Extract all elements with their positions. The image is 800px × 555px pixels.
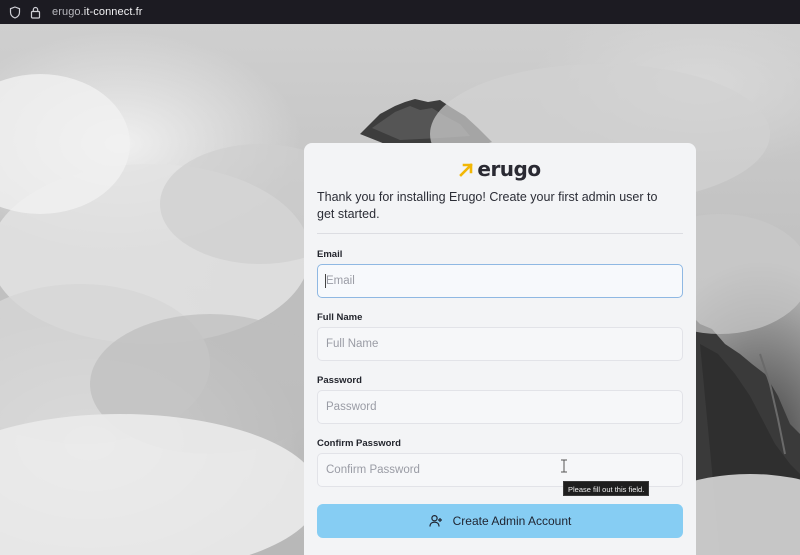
- arrow-logo-icon: [459, 163, 474, 177]
- full-name-field[interactable]: [317, 327, 683, 361]
- create-admin-account-button[interactable]: Create Admin Account: [317, 504, 683, 538]
- browser-url-bar[interactable]: erugo.it-connect.fr: [0, 0, 800, 24]
- setup-card: erugo Thank you for installing Erugo! Cr…: [304, 143, 696, 555]
- submit-label: Create Admin Account: [452, 514, 572, 528]
- email-label: Email: [317, 249, 343, 260]
- password-label: Password: [317, 375, 362, 386]
- divider: [317, 233, 683, 234]
- url-text[interactable]: erugo.it-connect.fr: [52, 6, 143, 18]
- text-caret: [325, 274, 326, 288]
- intro-text: Thank you for installing Erugo! Create y…: [317, 190, 658, 221]
- user-plus-icon: [429, 514, 443, 528]
- email-field[interactable]: [317, 264, 683, 298]
- password-field[interactable]: [317, 390, 683, 424]
- confirm-password-label: Confirm Password: [317, 438, 401, 449]
- text-cursor-icon: [561, 459, 567, 473]
- shield-icon[interactable]: [8, 5, 22, 19]
- url-prefix: erugo.: [52, 6, 84, 18]
- url-host: it-connect.fr: [83, 6, 143, 18]
- validation-tooltip: Please fill out this field.: [563, 481, 650, 496]
- erugo-logo: erugo: [304, 157, 696, 181]
- logo-wordmark: erugo: [477, 157, 541, 181]
- full-name-label: Full Name: [317, 312, 363, 323]
- lock-icon[interactable]: [28, 5, 42, 19]
